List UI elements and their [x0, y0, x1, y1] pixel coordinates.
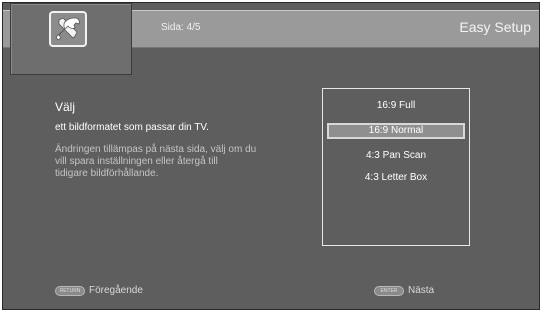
- page-indicator: Sida: 4/5: [161, 22, 201, 33]
- description-line: vill spara inställningen eller återgå ti…: [55, 156, 218, 167]
- back-hint[interactable]: RETURN Föregående: [55, 285, 143, 296]
- next-hint[interactable]: ENTER Nästa: [374, 285, 434, 296]
- option-16-9-full[interactable]: 16:9 Full: [327, 98, 465, 114]
- return-key-icon: RETURN: [55, 285, 85, 296]
- aspect-ratio-list: 16:9 Full 16:9 Normal 4:3 Pan Scan 4:3 L…: [322, 88, 470, 246]
- option-4-3-letter-box[interactable]: 4:3 Letter Box: [327, 170, 465, 186]
- prompt-subheading: ett bildformatet som passar din TV.: [55, 122, 209, 133]
- option-16-9-normal[interactable]: 16:9 Normal: [327, 123, 465, 139]
- easy-setup-screen: Sida: 4/5 Easy Setup Välj ett bildformat…: [2, 2, 540, 310]
- option-4-3-pan-scan[interactable]: 4:3 Pan Scan: [327, 148, 465, 164]
- next-label: Nästa: [408, 285, 435, 296]
- prompt-description: Ändringen tillämpas på nästa sida, välj …: [55, 144, 315, 180]
- icon-tile: [10, 3, 132, 75]
- prompt-heading: Välj: [55, 100, 76, 114]
- description-line: tidigare bildförhållande.: [55, 168, 159, 179]
- back-label: Föregående: [89, 285, 143, 296]
- page-title: Easy Setup: [459, 19, 531, 35]
- wrench-screwdriver-icon: [49, 11, 87, 47]
- enter-key-icon: ENTER: [374, 285, 404, 296]
- description-line: Ändringen tillämpas på nästa sida, välj …: [55, 144, 257, 155]
